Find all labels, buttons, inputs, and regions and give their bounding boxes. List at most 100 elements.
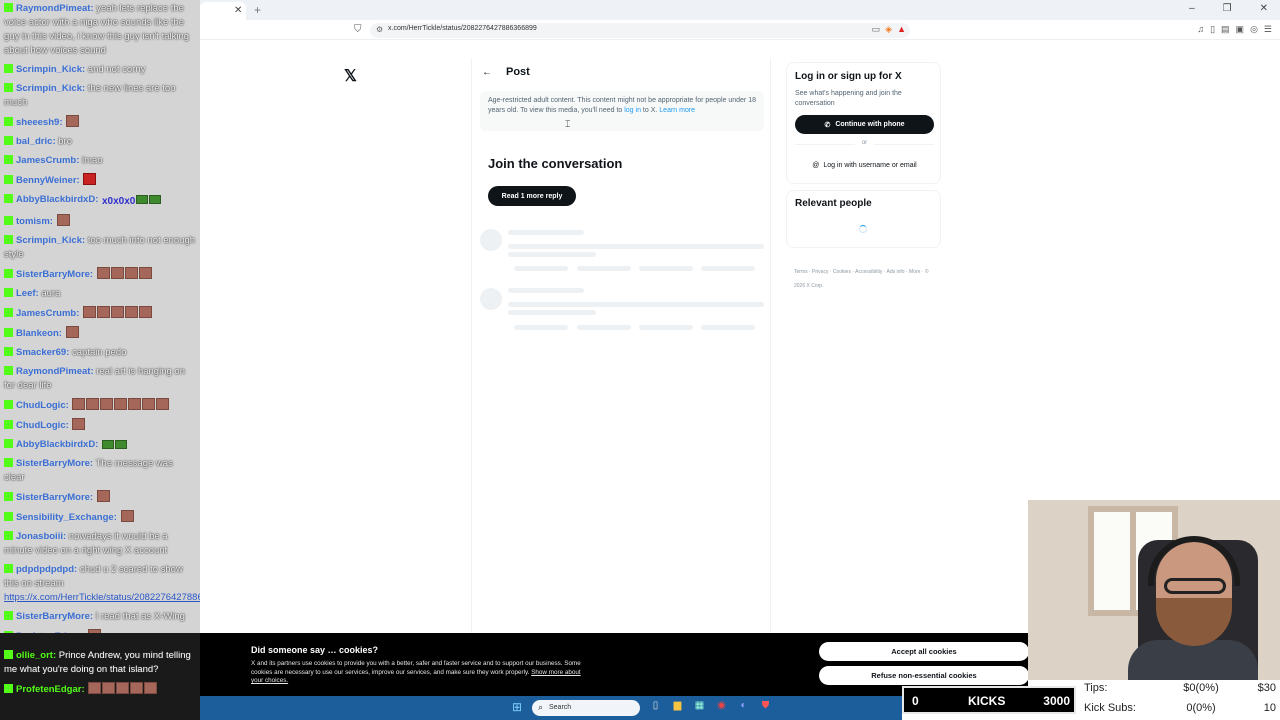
skeleton-line: [577, 325, 631, 330]
chat-username[interactable]: Scrimpin_Kick: [16, 235, 82, 246]
rewards-icon[interactable]: ▲: [897, 24, 906, 35]
age-mid-text: to X.: [642, 107, 658, 114]
chat-username[interactable]: SisterBarryMore: [16, 492, 90, 503]
brave-shield-icon[interactable]: ◈: [885, 24, 892, 35]
chat-username[interactable]: ProfetenEdgar: [16, 684, 81, 695]
login-username-button[interactable]: @ Log in with username or email: [795, 157, 934, 173]
learn-more-link[interactable]: Learn more: [659, 107, 695, 114]
discord-icon[interactable]: ◐: [736, 700, 751, 711]
taskbar-search[interactable]: ⌕ Search: [532, 700, 640, 716]
taskbar: ⊞ ⌕ Search ▯ ▆ ▦ ◉ ◐ ⛊: [200, 696, 902, 720]
age-login-link[interactable]: log in: [624, 107, 641, 114]
face-emote-icon: [120, 510, 134, 522]
vpn-icon[interactable]: ◎: [1250, 24, 1258, 35]
menu-icon[interactable]: ☰: [1264, 24, 1272, 35]
site-info-icon[interactable]: ⚙: [376, 25, 383, 34]
chat-username[interactable]: JamesCrumb: [16, 308, 76, 319]
kick-badge-icon: [4, 136, 13, 145]
join-conversation-title: Join the conversation: [488, 156, 623, 171]
chat-username[interactable]: RaymondPimeat: [16, 366, 90, 377]
cookie-body: X and its partners use cookies to provid…: [251, 660, 581, 686]
chat-username[interactable]: JamesCrumb: [16, 155, 76, 166]
continue-with-phone-button[interactable]: ✆ Continue with phone: [795, 115, 934, 134]
chat-username[interactable]: BennyWeiner: [16, 175, 77, 186]
chat-message: SisterBarryMore:: [0, 490, 200, 505]
maximize-icon[interactable]: ❐: [1223, 3, 1232, 14]
chat-username[interactable]: AbbyBlackbirdxD: [16, 194, 95, 205]
chat-username[interactable]: tomism: [16, 216, 50, 227]
chat-colon: :: [76, 175, 83, 186]
login-card: Log in or sign up for X See what's happe…: [786, 62, 941, 184]
chat-link[interactable]: https://x.com/HerrTickle/status/20822764…: [4, 592, 200, 603]
chat-username[interactable]: SisterBarryMore: [16, 458, 90, 469]
webcam-feed: [1028, 500, 1280, 680]
skeleton-line: [514, 325, 568, 330]
extensions-icon[interactable]: ♫: [1197, 24, 1204, 35]
brave-icon[interactable]: ⛊: [758, 700, 773, 711]
bookmark-icon[interactable]: ⛉: [354, 24, 362, 35]
chat-username[interactable]: Blankeon: [16, 328, 59, 339]
chat-colon: :: [95, 439, 101, 450]
cast-icon[interactable]: ▭: [872, 24, 881, 35]
url-field[interactable]: ⚙ x.com/HerrTickle/status/20822764278863…: [370, 23, 910, 38]
chat-username[interactable]: SisterBarryMore: [16, 611, 90, 622]
minimize-icon[interactable]: –: [1189, 3, 1195, 14]
chat-message: Sensibility_Exchange:: [0, 510, 200, 525]
skeleton-line: [508, 244, 764, 249]
chat-message: AbbyBlackbirdxD:: [0, 438, 200, 452]
sidebar-icon[interactable]: ▯: [1210, 24, 1215, 35]
subs-row: Kick Subs: 0(0%) 10: [1084, 702, 1276, 714]
phone-icon: ✆: [824, 121, 831, 129]
kick-badge-icon: [4, 3, 13, 12]
chat-username[interactable]: sheeesh9: [16, 117, 59, 128]
folder-icon[interactable]: ▆: [670, 700, 685, 711]
age-notice-text: Age-restricted adult content. This conte…: [488, 97, 756, 114]
login-subtitle: See what's happening and join the conver…: [795, 90, 902, 107]
read-more-reply-button[interactable]: Read 1 more reply: [488, 186, 576, 206]
chat-colon: :: [95, 194, 101, 205]
chat-username[interactable]: ChudLogic: [16, 400, 66, 411]
refuse-cookies-button[interactable]: Refuse non-essential cookies: [819, 666, 1029, 685]
chrome-icon[interactable]: ◉: [714, 700, 729, 711]
store-icon[interactable]: ▦: [692, 700, 707, 711]
kicks-goal: 3000: [1043, 694, 1070, 708]
face-emote-icon: [130, 682, 144, 694]
chat-username[interactable]: Scrimpin_Kick: [16, 64, 82, 75]
chat-username[interactable]: ollie_ort: [16, 650, 53, 661]
username-button-label: Log in with username or email: [823, 161, 917, 169]
chat-message: RaymondPimeat: yeah lets replace the voi…: [0, 2, 200, 58]
face-emote-icon: [86, 398, 100, 410]
file-icon[interactable]: ▯: [648, 700, 663, 711]
chat-username[interactable]: pdpdpdpdpd: [16, 564, 74, 575]
chat-username[interactable]: AbbyBlackbirdxD: [16, 439, 95, 450]
chat-dark-list: ollie_ort: Prince Andrew, you mind telli…: [0, 633, 200, 697]
post-title: Post: [506, 66, 530, 78]
windows-start-icon[interactable]: ⊞: [512, 701, 524, 713]
browser-tab[interactable]: ✕: [200, 2, 246, 20]
x-logo-icon[interactable]: 𝕏: [344, 66, 357, 86]
chat-text: I read that as X-Wing: [95, 611, 185, 622]
footer-links[interactable]: Terms · Privacy · Cookies · Accessibilit…: [794, 265, 934, 293]
chat-message: ollie_ort: Prince Andrew, you mind telli…: [0, 649, 200, 677]
chat-message: Jonasboiii: nowadays it would be a minut…: [0, 530, 200, 558]
chat-username[interactable]: ChudLogic: [16, 420, 66, 431]
back-arrow-icon[interactable]: ←: [482, 67, 492, 78]
chat-username[interactable]: Leef: [16, 288, 36, 299]
window-close-icon[interactable]: ✕: [1260, 3, 1268, 14]
chat-username[interactable]: Scrimpin_Kick: [16, 83, 82, 94]
face-emote-icon: [100, 398, 114, 410]
chat-colon: :: [59, 117, 66, 128]
reading-list-icon[interactable]: ▤: [1221, 24, 1230, 35]
chat-username[interactable]: SisterBarryMore: [16, 269, 90, 280]
phone-button-label: Continue with phone: [835, 121, 905, 128]
chat-username[interactable]: Sensibility_Exchange: [16, 512, 114, 523]
chat-username[interactable]: RaymondPimeat: [16, 3, 90, 14]
tab-close-icon[interactable]: ✕: [234, 5, 242, 16]
chat-username[interactable]: bal_dric: [16, 136, 52, 147]
new-tab-icon[interactable]: +: [254, 3, 261, 17]
chat-username[interactable]: Smacker69: [16, 347, 66, 358]
accept-cookies-button[interactable]: Accept all cookies: [819, 642, 1029, 661]
tips-label: Tips:: [1084, 682, 1108, 694]
wallet-icon[interactable]: ▣: [1236, 24, 1245, 35]
chat-username[interactable]: Jonasboiii: [16, 531, 63, 542]
